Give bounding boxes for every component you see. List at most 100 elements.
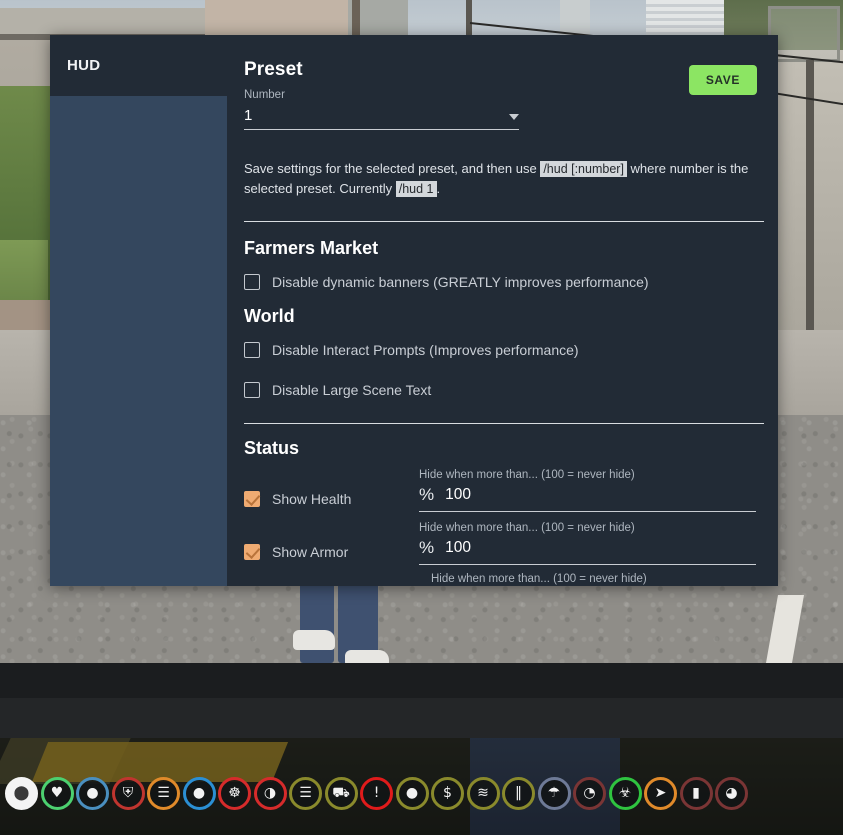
swimmer-icon: ≋ <box>466 776 500 810</box>
help-code-current-hud: /hud 1 <box>395 180 437 197</box>
lungs-icon: ☸ <box>218 776 251 810</box>
shield-icon-glyph: ⛨ <box>122 785 134 801</box>
option-label-disable-dynamic-banners: Disable dynamic banners (GREATLY improve… <box>272 273 649 290</box>
alert-icon-glyph: ! <box>373 785 380 801</box>
chevron-down-icon[interactable] <box>509 114 519 120</box>
money-icon-glyph: $ <box>443 785 452 801</box>
status-right-armor: Hide when more than... (100 = never hide… <box>419 522 764 565</box>
stack-icon-glyph: ☰ <box>299 785 312 801</box>
parachute-icon-glyph: ☂ <box>547 785 561 801</box>
preset-help-text: Save settings for the selected preset, a… <box>244 159 754 199</box>
dumbbell-icon: ‖ <box>502 776 535 810</box>
hide-threshold-input-armor[interactable]: % 100 <box>419 538 756 565</box>
biohazard-icon-glyph: ☣ <box>618 785 632 801</box>
speedometer-icon-glyph: ◔ <box>583 785 596 801</box>
microphone-icon-glyph: ⬤ <box>13 785 30 801</box>
status-left-health[interactable]: Show Health <box>244 469 419 507</box>
checkbox-show-armor[interactable] <box>244 543 260 560</box>
preset-heading: Preset <box>244 59 303 80</box>
heart-icon-glyph: ♥ <box>50 785 64 801</box>
group-title-status: Status <box>244 437 300 458</box>
alert-icon: ! <box>360 776 393 810</box>
water-drop-icon-glyph: ● <box>86 785 99 801</box>
divider-preset <box>244 220 764 222</box>
brain-icon: ◑ <box>253 776 287 810</box>
stamina-bike-icon-glyph: ⛟ <box>332 785 350 801</box>
battery-icon-glyph: ▮ <box>692 785 700 801</box>
stack-icon: ☰ <box>289 776 322 810</box>
hide-threshold-label-health: Hide when more than... (100 = never hide… <box>419 468 635 481</box>
option-label-show-armor: Show Armor <box>272 543 349 560</box>
player-shoe-left <box>293 630 335 650</box>
save-button[interactable]: SAVE <box>688 65 757 95</box>
status-left-armor[interactable]: Show Armor <box>244 522 419 560</box>
shield-icon: ⛨ <box>111 776 145 810</box>
lightbulb-icon: ● <box>395 776 429 810</box>
stamina-bike-icon: ⛟ <box>324 776 358 810</box>
player-shoe-right <box>345 650 389 663</box>
hide-threshold-value-armor: 100 <box>445 538 471 556</box>
status-right-health: Hide when more than... (100 = never hide… <box>419 469 764 512</box>
navigation-icon: ➤ <box>644 776 677 810</box>
sidebar-title: HUD <box>67 57 101 74</box>
money-icon: $ <box>431 776 464 810</box>
hide-threshold-value-health: 100 <box>445 485 471 503</box>
status-row-armor: Show Armor Hide when more than... (100 =… <box>244 522 764 565</box>
sidebar-header: HUD <box>50 35 227 96</box>
thirst-drop-icon: ● <box>182 776 216 810</box>
option-label-disable-large-scene-text: Disable Large Scene Text <box>272 381 432 398</box>
fuel-icon-glyph: ◕ <box>725 785 738 801</box>
biohazard-icon: ☣ <box>608 776 642 810</box>
lungs-icon-glyph: ☸ <box>228 785 241 801</box>
water-drop-icon: ● <box>76 776 109 810</box>
preset-left-column: Preset Number 1 <box>244 59 519 130</box>
preset-header-row: Preset Number 1 SAVE <box>244 35 764 130</box>
food-icon: ☰ <box>147 776 180 810</box>
lightbulb-icon-glyph: ● <box>405 785 419 801</box>
option-label-disable-interact-prompts: Disable Interact Prompts (Improves perfo… <box>272 341 579 358</box>
hide-threshold-label-armor: Hide when more than... (100 = never hide… <box>419 521 635 534</box>
navigation-icon-glyph: ➤ <box>654 785 667 801</box>
sidebar-body[interactable] <box>50 96 227 586</box>
group-title-world: World <box>244 305 295 326</box>
screen-root: ⬤ ♥ ● ⛨ ☰ ● ☸ ◑ ☰ ⛟! ● $ ≋ ‖ ☂ ◔ ☣ ➤ ▮ ◕ HUD Preset Number … <box>0 0 843 835</box>
fuel-icon: ◕ <box>715 776 748 810</box>
group-title-farmers-market: Farmers Market <box>244 237 379 258</box>
dumbbell-icon-glyph: ‖ <box>515 785 522 801</box>
option-row-disable-large-scene-text[interactable]: Disable Large Scene Text <box>244 381 764 398</box>
heart-icon: ♥ <box>40 776 74 810</box>
option-label-show-health: Show Health <box>272 490 352 507</box>
food-icon-glyph: ☰ <box>157 785 170 801</box>
brain-icon-glyph: ◑ <box>263 785 277 801</box>
percent-icon: % <box>419 484 435 504</box>
letterbox-band-mid <box>0 698 843 738</box>
option-row-disable-dynamic-banners[interactable]: Disable dynamic banners (GREATLY improve… <box>244 273 764 290</box>
percent-icon-armor: % <box>419 537 435 557</box>
parachute-icon: ☂ <box>537 776 571 810</box>
dialog-content: Preset Number 1 SAVE Save settings for t… <box>227 35 778 586</box>
checkbox-disable-large-scene-text[interactable] <box>244 381 260 398</box>
help-suffix: . <box>436 180 441 196</box>
preset-number-select[interactable]: 1 <box>244 107 519 130</box>
preset-number-label: Number <box>244 89 285 101</box>
preset-number-value: 1 <box>244 107 253 124</box>
thirst-drop-icon-glyph: ● <box>192 785 206 801</box>
hud-status-icon-bar: ⬤ ♥ ● ⛨ ☰ ● ☸ ◑ ☰ ⛟! ● $ ≋ ‖ ☂ ◔ ☣ ➤ ▮ ◕ <box>0 770 843 816</box>
street-pole <box>806 60 814 350</box>
hud-settings-dialog: HUD Preset Number 1 SAVE Save settings f… <box>50 35 778 586</box>
swimmer-icon-glyph: ≋ <box>477 785 489 801</box>
help-code-hud-number: /hud [:number] <box>540 161 627 177</box>
help-prefix: Save settings for the selected preset, a… <box>244 161 537 176</box>
microphone-icon: ⬤ <box>5 776 38 810</box>
battery-icon: ▮ <box>679 776 713 810</box>
checkbox-disable-interact-prompts[interactable] <box>244 341 260 358</box>
preset-number-field[interactable]: Number 1 <box>244 89 519 130</box>
checkbox-disable-dynamic-banners[interactable] <box>244 273 260 290</box>
status-row-health: Show Health Hide when more than... (100 … <box>244 469 764 512</box>
option-row-disable-interact-prompts[interactable]: Disable Interact Prompts (Improves perfo… <box>244 341 764 358</box>
hide-threshold-label-next-cutoff: Hide when more than... (100 = never hide… <box>431 572 647 585</box>
divider-world <box>244 422 764 424</box>
hide-threshold-input-health[interactable]: % 100 <box>419 485 756 512</box>
dialog-sidebar: HUD <box>50 35 227 586</box>
checkbox-show-health[interactable] <box>244 490 260 507</box>
